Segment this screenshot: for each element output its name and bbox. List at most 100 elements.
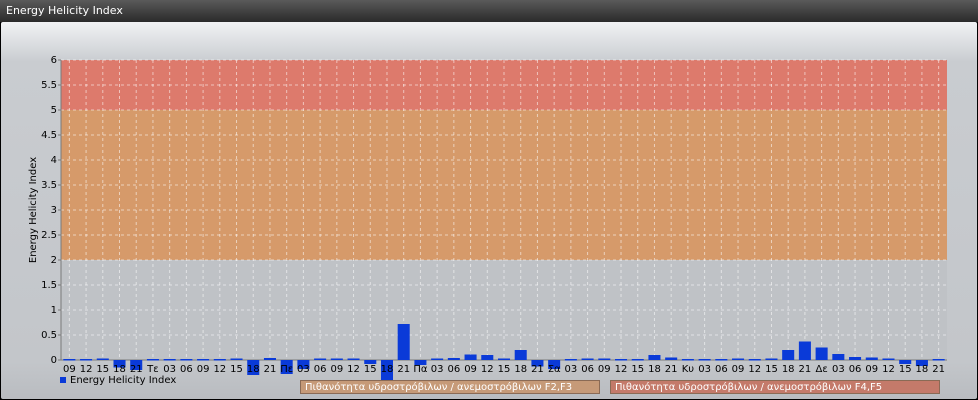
x-tick-label: Πε — [280, 364, 293, 375]
y-tick-label: 1 — [51, 305, 57, 316]
x-tick-label: 15 — [765, 364, 778, 375]
bar — [213, 359, 226, 361]
y-tick-label: 4 — [51, 155, 57, 166]
bar — [347, 358, 360, 360]
y-tick-label: 3 — [51, 205, 57, 216]
bar — [748, 359, 761, 361]
x-tick-label: 12 — [347, 364, 360, 375]
x-tick-label: 18 — [782, 364, 795, 375]
y-tick-label: 1.5 — [41, 280, 57, 291]
bar — [263, 358, 276, 360]
app-window: Energy Helicity Index 0 0.5 1 1.5 2 2.5 3 3.5 4 4… — [0, 0, 978, 400]
series-legend-swatch — [60, 377, 66, 383]
y-tick-label: 0 — [51, 355, 57, 366]
bar — [464, 354, 477, 360]
bar — [681, 359, 694, 361]
x-tick-label: 21 — [264, 364, 277, 375]
x-tick-label: 15 — [364, 364, 377, 375]
title-bar: Energy Helicity Index — [0, 0, 978, 22]
x-tick-label: 06 — [849, 364, 862, 375]
y-tick-label: 0.5 — [41, 330, 57, 341]
bar — [631, 359, 644, 361]
x-tick-label: 12 — [80, 364, 93, 375]
bar — [798, 341, 811, 360]
x-tick-label: 09 — [464, 364, 477, 375]
bar — [63, 359, 76, 361]
x-tick-label: 12 — [615, 364, 628, 375]
y-tick-label: 6 — [51, 55, 57, 66]
x-tick-label: 09 — [330, 364, 343, 375]
bar — [832, 354, 845, 360]
x-tick-label: 15 — [631, 364, 644, 375]
y-tick-label: 2 — [51, 255, 57, 266]
window-title: Energy Helicity Index — [6, 4, 123, 17]
x-tick-label: 09 — [197, 364, 210, 375]
x-tick-label: 03 — [565, 364, 578, 375]
x-tick-label: 06 — [581, 364, 594, 375]
bar — [431, 358, 444, 360]
bar — [481, 355, 494, 360]
bar — [163, 359, 176, 361]
zone-legend-f2-f3[interactable]: Πιθανότητα υδροστρόβιλων / ανεμοστρόβιλω… — [300, 380, 600, 394]
x-tick-label: 06 — [447, 364, 460, 375]
x-tick-label: 18 — [247, 364, 260, 375]
energy-helicity-chart: 0 0.5 1 1.5 2 2.5 3 3.5 4 4.5 5 5.5 6 Energy Helicity… — [28, 55, 947, 383]
bar — [849, 357, 862, 360]
x-tick-label: 21 — [665, 364, 678, 375]
x-tick-label: 12 — [748, 364, 761, 375]
x-tick-label: 12 — [213, 364, 226, 375]
bar — [782, 350, 795, 360]
bar — [815, 347, 828, 360]
bar — [447, 358, 460, 360]
bar — [865, 357, 878, 360]
x-tick-label: Δε — [815, 364, 827, 375]
bar — [732, 358, 745, 360]
x-tick-label: Πα — [413, 364, 428, 375]
bar — [715, 359, 728, 361]
x-tick-label: 03 — [431, 364, 444, 375]
series-legend-label: Energy Helicity Index — [70, 375, 177, 386]
x-tick-label: 21 — [130, 364, 143, 375]
y-tick-label: 5.5 — [41, 80, 57, 91]
bar — [397, 324, 410, 360]
x-tick-label: 09 — [598, 364, 611, 375]
bar — [581, 358, 594, 360]
bar — [146, 359, 159, 361]
x-tick-label: 21 — [799, 364, 812, 375]
x-tick-label: 21 — [531, 364, 544, 375]
y-tick-label: 3.5 — [41, 180, 57, 191]
bar — [80, 359, 93, 361]
bar — [698, 359, 711, 361]
bar — [615, 359, 628, 361]
bar — [882, 358, 895, 360]
x-tick-label: 21 — [932, 364, 945, 375]
x-tick-label: 09 — [865, 364, 878, 375]
x-tick-label: 18 — [381, 364, 394, 375]
x-tick-label: 09 — [63, 364, 76, 375]
zone-legend-f4-f5[interactable]: Πιθανότητα υδροστρόβιλων / ανεμοστρόβιλω… — [610, 380, 940, 394]
series-legend[interactable]: Energy Helicity Index — [60, 375, 176, 386]
x-tick-label: 03 — [698, 364, 711, 375]
x-tick-label: 15 — [899, 364, 912, 375]
x-tick-label: 15 — [498, 364, 511, 375]
bar — [564, 359, 577, 361]
x-tick-label: Τε — [146, 364, 159, 375]
x-tick-label: 12 — [882, 364, 895, 375]
y-tick-label: 2.5 — [41, 230, 57, 241]
bar — [96, 358, 109, 360]
x-tick-label: 03 — [832, 364, 845, 375]
bar — [598, 358, 611, 360]
x-tick-label: 06 — [314, 364, 327, 375]
bar — [497, 358, 511, 360]
x-tick-label: 09 — [732, 364, 745, 375]
x-tick-label: 06 — [180, 364, 193, 375]
bar — [648, 355, 661, 360]
x-tick-label: 18 — [514, 364, 527, 375]
x-tick-label: Κυ — [682, 364, 695, 375]
x-tick-label: Σα — [548, 364, 561, 375]
x-tick-label: 06 — [715, 364, 728, 375]
y-axis-title: Energy Helicity Index — [28, 157, 39, 263]
x-tick-label: 18 — [648, 364, 661, 375]
zone-legend-f2-f3-label: Πιθανότητα υδροστρόβιλων / ανεμοστρόβιλω… — [305, 382, 573, 393]
bar — [180, 359, 193, 361]
